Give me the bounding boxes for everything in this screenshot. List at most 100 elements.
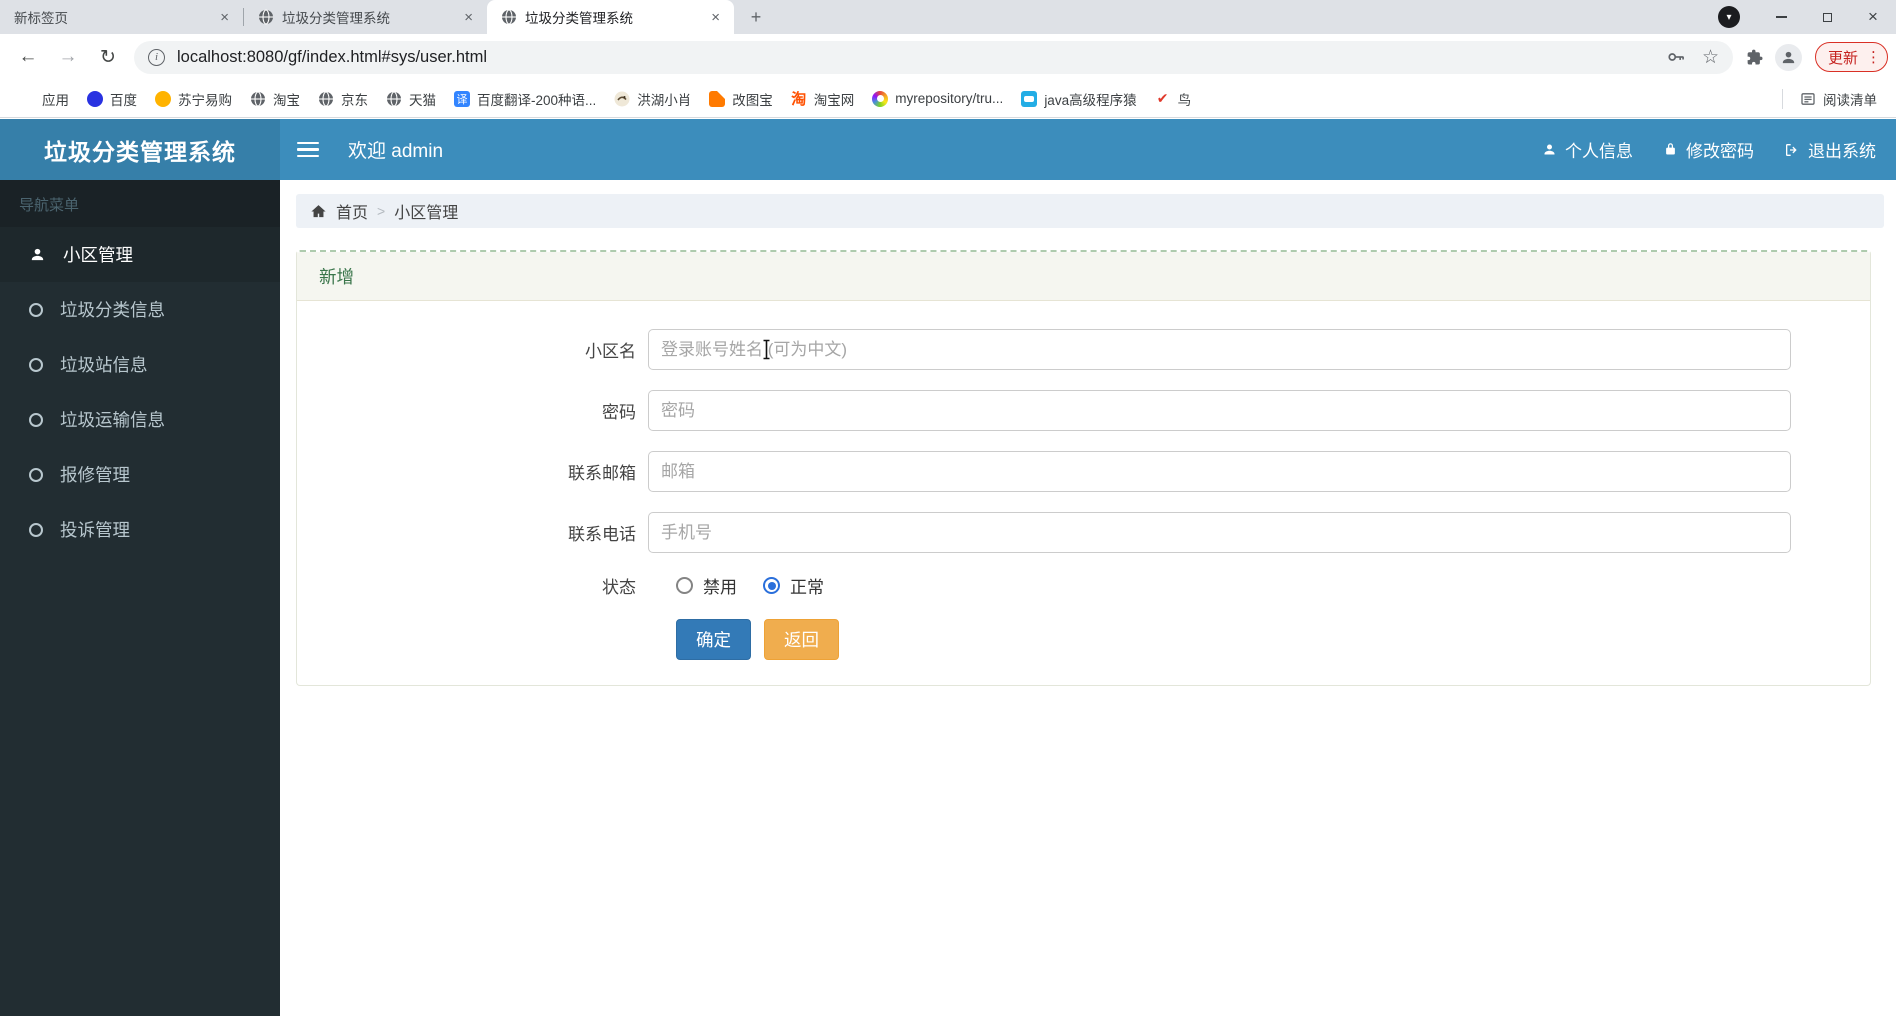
bookmark-label: myrepository/tru... <box>895 91 1004 106</box>
bookmark-item[interactable]: 淘宝 <box>241 85 309 113</box>
key-icon[interactable] <box>1666 47 1686 67</box>
bookmark-item[interactable]: 淘 淘宝网 <box>782 85 864 113</box>
bookmark-item[interactable]: 百度 <box>78 85 146 113</box>
tab-title: 垃圾分类管理系统 <box>525 11 633 26</box>
robot-icon <box>1021 90 1038 107</box>
bookmark-item[interactable]: 改图宝 <box>700 85 782 113</box>
chrome-update-menu-button[interactable]: 更新 ⋮ <box>1814 42 1888 72</box>
app-logo[interactable]: 垃圾分类管理系统 <box>0 119 280 180</box>
reading-list-icon <box>1801 92 1815 105</box>
contact-phone-input[interactable] <box>648 512 1791 553</box>
bookmark-item[interactable]: 苏宁易购 <box>146 85 241 113</box>
back-button-form[interactable]: 返回 <box>764 619 839 660</box>
home-icon <box>311 204 326 217</box>
tab-garbage-system-1[interactable]: 垃圾分类管理系统 × <box>244 0 487 34</box>
bookmark-item[interactable]: 应用 <box>10 85 78 113</box>
status-option-disabled[interactable]: 禁用 <box>676 573 737 598</box>
bookmark-label: 京东 <box>341 92 368 108</box>
sidebar-item-complaint-management[interactable]: 投诉管理 <box>0 502 280 557</box>
password-input[interactable] <box>648 390 1791 431</box>
bookmarks-bar: 应用 百度 苏宁易购 淘宝 京东 天猫 译 百度翻译-200种语... 洪湖小肖… <box>0 80 1896 118</box>
sidebar-toggle-button[interactable] <box>280 119 336 180</box>
new-tab-button[interactable]: + <box>742 3 770 31</box>
status-label: 状态 <box>602 578 636 597</box>
close-icon[interactable]: × <box>216 9 233 26</box>
contact-email-input[interactable] <box>648 451 1791 492</box>
close-icon[interactable]: × <box>707 9 724 26</box>
sidebar-item-repair-management[interactable]: 报修管理 <box>0 447 280 502</box>
bookmark-label: 洪湖小肖 <box>637 92 692 108</box>
community-name-input[interactable] <box>648 329 1791 370</box>
tab-search-icon[interactable]: ▾ <box>1718 6 1740 28</box>
status-option-normal[interactable]: 正常 <box>763 573 824 598</box>
red-bird-icon: ✔ <box>1156 90 1169 106</box>
reading-list-button[interactable]: 阅读清单 <box>1791 85 1886 113</box>
sidebar-item-label: 报修管理 <box>60 465 130 485</box>
app-header: 垃圾分类管理系统 欢迎 admin 个人信息 修改密码 退出系统 <box>0 119 1896 180</box>
back-button[interactable]: ← <box>11 40 45 74</box>
password-label: 密码 <box>602 403 636 422</box>
bookmark-item[interactable]: 天猫 <box>377 85 445 113</box>
confirm-button[interactable]: 确定 <box>676 619 751 660</box>
panel-title: 新增 <box>319 266 354 287</box>
radio-label[interactable]: 正常 <box>790 573 824 598</box>
reload-button[interactable]: ↻ <box>91 40 125 74</box>
lock-icon <box>1666 143 1675 155</box>
bookmark-label: 苏宁易购 <box>178 92 232 108</box>
radio-unchecked-icon[interactable] <box>676 577 693 594</box>
logout-menu-item[interactable]: 退出系统 <box>1784 137 1876 162</box>
sidebar-item-garbage-classification-info[interactable]: 垃圾分类信息 <box>0 282 280 337</box>
close-icon[interactable]: × <box>460 9 477 26</box>
forward-button[interactable]: → <box>51 40 85 74</box>
site-info-icon[interactable]: i <box>148 48 165 66</box>
tab-new-tab-page[interactable]: 新标签页 × <box>0 0 243 34</box>
bookmark-item[interactable]: 洪湖小肖 <box>605 85 700 113</box>
window-close-button[interactable]: × <box>1850 2 1896 32</box>
profile-label: 个人信息 <box>1565 142 1633 161</box>
profile-menu-item[interactable]: 个人信息 <box>1542 137 1633 162</box>
bookmark-item[interactable]: 译 百度翻译-200种语... <box>445 85 605 113</box>
profile-avatar[interactable] <box>1774 43 1802 71</box>
breadcrumb-home-link[interactable]: 首页 <box>336 199 368 223</box>
reading-list-label: 阅读清单 <box>1823 92 1877 108</box>
tab-garbage-system-active[interactable]: 垃圾分类管理系统 × <box>487 0 734 34</box>
change-password-label: 修改密码 <box>1686 142 1754 161</box>
sidebar-section-header: 导航菜单 <box>0 180 280 227</box>
window-minimize-button[interactable] <box>1758 2 1804 32</box>
sidebar-item-garbage-station-info[interactable]: 垃圾站信息 <box>0 337 280 392</box>
window-restore-button[interactable] <box>1804 2 1850 32</box>
sidebar-item-community-management[interactable]: 小区管理 <box>0 227 280 282</box>
bookmark-item[interactable]: 京东 <box>309 85 377 113</box>
bookmark-label: 改图宝 <box>732 92 773 108</box>
text-cursor-pointer <box>763 339 770 360</box>
change-password-menu-item[interactable]: 修改密码 <box>1663 137 1754 162</box>
globe-icon <box>259 9 273 25</box>
globe-icon <box>387 90 401 107</box>
globe-icon <box>251 90 265 107</box>
extensions-puzzle-icon[interactable] <box>1745 47 1766 68</box>
address-bar[interactable]: i localhost:8080/gf/index.html#sys/user.… <box>134 40 1733 74</box>
tab-title: 新标签页 <box>14 11 68 26</box>
bookmark-label: 百度翻译-200种语... <box>477 92 597 108</box>
user-icon <box>31 248 44 261</box>
bookmark-star-icon[interactable]: ☆ <box>1702 46 1719 69</box>
update-label: 更新 <box>1827 49 1858 67</box>
logout-icon <box>1786 143 1797 156</box>
bookmark-label: 鸟 <box>1177 92 1192 108</box>
radio-label[interactable]: 禁用 <box>703 573 737 598</box>
radio-checked-icon[interactable] <box>763 577 780 594</box>
rainbow-ring-icon <box>872 90 889 107</box>
tab-title: 垃圾分类管理系统 <box>282 11 390 26</box>
bookmark-item[interactable]: java高级程序猿 <box>1012 85 1145 113</box>
breadcrumb-current: 小区管理 <box>394 205 459 222</box>
circle-icon <box>29 302 43 317</box>
bookmark-item[interactable]: ✔ 鸟 <box>1146 85 1201 113</box>
globe-icon <box>502 9 516 25</box>
bookmark-item[interactable]: myrepository/tru... <box>863 87 1012 111</box>
bookmarks-divider <box>1782 88 1783 109</box>
baidu-icon <box>87 90 103 107</box>
sidebar-item-garbage-transport-info[interactable]: 垃圾运输信息 <box>0 392 280 447</box>
taobao-icon: 淘 <box>791 91 807 108</box>
bookmark-label: 应用 <box>42 92 69 108</box>
sidebar-item-label: 垃圾站信息 <box>60 355 148 375</box>
